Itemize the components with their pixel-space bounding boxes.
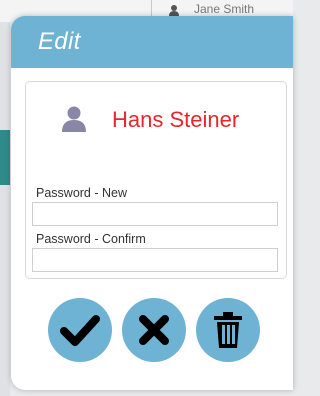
- background-accent-bar: [0, 130, 10, 185]
- delete-button[interactable]: [196, 298, 260, 362]
- password-confirm-label: Password - Confirm: [36, 232, 146, 246]
- background-user-name: Jane Smith: [194, 2, 255, 16]
- check-icon: [60, 315, 100, 346]
- background-user-icon: [169, 5, 179, 16]
- dialog-header: Edit: [11, 16, 293, 68]
- password-new-input[interactable]: [32, 202, 278, 226]
- user-form-card: Hans Steiner Password - New Password - C…: [25, 81, 287, 279]
- trash-icon: [214, 312, 242, 348]
- user-name: Hans Steiner: [112, 107, 240, 132]
- confirm-button[interactable]: [48, 298, 112, 362]
- background-sidebar: [0, 22, 10, 396]
- close-icon: [139, 315, 169, 345]
- user-summary: Hans Steiner: [26, 82, 286, 162]
- password-new-label: Password - New: [36, 186, 127, 200]
- edit-user-dialog: Edit Hans Steiner Password - New Passwor…: [11, 16, 293, 390]
- password-confirm-input[interactable]: [32, 248, 278, 272]
- user-icon: [62, 106, 86, 132]
- cancel-button[interactable]: [122, 298, 186, 362]
- dialog-title: Edit: [38, 28, 81, 55]
- dialog-actions: [11, 298, 293, 364]
